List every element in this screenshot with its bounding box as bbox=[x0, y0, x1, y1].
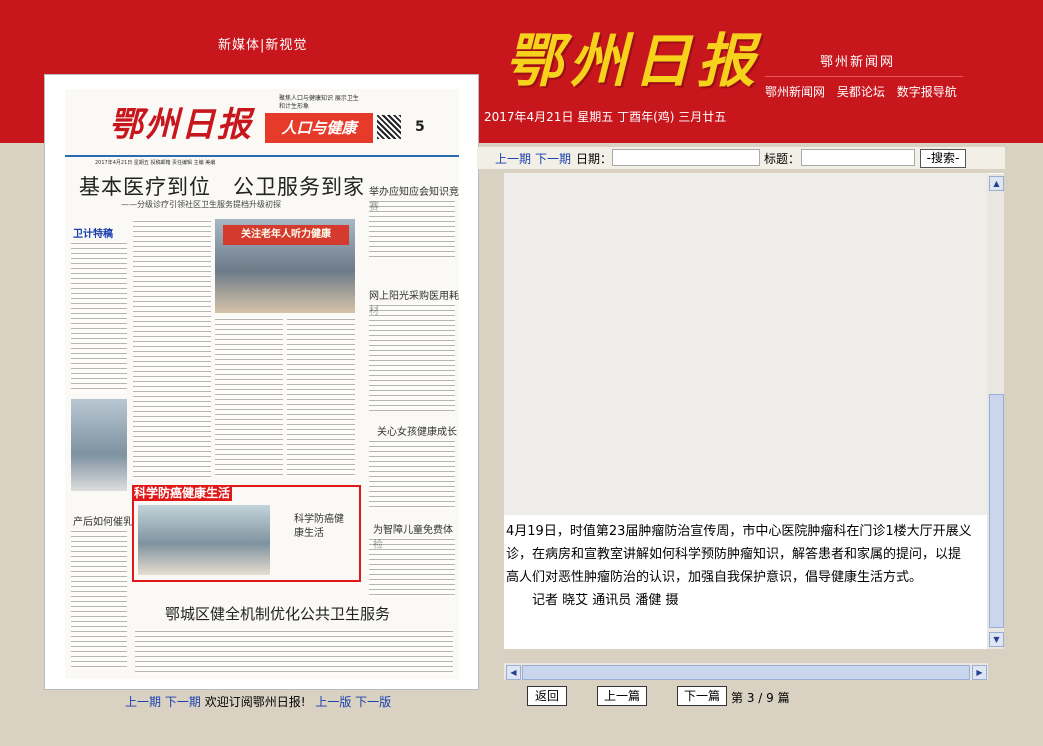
prev-article-button[interactable]: 上一篇 bbox=[597, 686, 647, 706]
date-input[interactable] bbox=[612, 149, 760, 166]
link-wudu-forum[interactable]: 吴都论坛 bbox=[837, 85, 885, 99]
title-label: 标题： bbox=[764, 152, 801, 166]
back-button[interactable]: 返回 bbox=[527, 686, 567, 706]
section-note: 聚焦人口与健康知识 展示卫生和计生形象 bbox=[279, 95, 359, 110]
next-page-link[interactable]: 下一版 bbox=[355, 695, 391, 709]
page-nav: 上一期 下一期 欢迎订阅鄂州日报! 上一版 下一版 bbox=[125, 693, 391, 710]
page-subheadline: ——分级诊疗引领社区卫生服务提档升级初探 bbox=[121, 200, 281, 209]
article-line: 记者 晓艾 通讯员 潘健 摄 bbox=[506, 593, 679, 608]
scroll-right-icon[interactable]: ▶ bbox=[972, 665, 987, 680]
highlighted-article[interactable]: 科学防癌健康生活 科学防癌健康生活 bbox=[132, 485, 361, 582]
news-photo[interactable]: 关注老年人听力健康 bbox=[215, 219, 355, 313]
newspaper-page-image[interactable]: 鄂州日报 聚焦人口与健康知识 展示卫生和计生形象 人口与健康 5 2017年4月… bbox=[65, 89, 459, 679]
text-block bbox=[133, 219, 211, 479]
column-tag: 卫计特稿 bbox=[73, 229, 113, 240]
horizontal-scroll-thumb[interactable] bbox=[522, 665, 970, 680]
next-article-button[interactable]: 下一篇 bbox=[677, 686, 727, 706]
header-links: 鄂州新闻网 吴都论坛 数字报导航 bbox=[765, 83, 965, 100]
news-photo-small[interactable] bbox=[71, 399, 127, 491]
article-panel: 4月19日，时值第23届肿瘤防治宣传周，市中心医院肿瘤科在门诊1楼大厅开展义 诊… bbox=[504, 173, 1004, 649]
article-line: 高人们对恶性肿瘤防治的认识，加强自我保护意识，倡导健康生活方式。 bbox=[506, 570, 923, 585]
text-block bbox=[369, 537, 455, 597]
text-block bbox=[369, 199, 455, 259]
highlighted-article-title: 科学防癌健康生活 bbox=[132, 485, 233, 501]
search-button[interactable]: -搜索- bbox=[920, 149, 966, 168]
link-digital-nav[interactable]: 数字报导航 bbox=[897, 85, 957, 99]
article-image-area bbox=[504, 173, 988, 515]
left-head[interactable]: 产后如何催乳 bbox=[73, 513, 133, 528]
prev-page-link[interactable]: 上一版 bbox=[315, 695, 351, 709]
title-input[interactable] bbox=[801, 149, 915, 166]
site-name[interactable]: 鄂州新闻网 bbox=[820, 51, 895, 70]
vertical-scroll-thumb[interactable] bbox=[989, 394, 1004, 628]
article-text: 4月19日，时值第23届肿瘤防治宣传周，市中心医院肿瘤科在门诊1楼大厅开展义 诊… bbox=[506, 520, 990, 612]
newspaper-page-panel: 鄂州日报 聚焦人口与健康知识 展示卫生和计生形象 人口与健康 5 2017年4月… bbox=[44, 74, 479, 690]
page-headline[interactable]: 基本医疗到位 公卫服务到家 bbox=[79, 171, 365, 201]
page-rule bbox=[65, 155, 459, 157]
text-block bbox=[71, 241, 127, 393]
scroll-down-icon[interactable]: ▼ bbox=[989, 632, 1004, 647]
header-divider bbox=[765, 76, 963, 77]
qr-code-icon bbox=[377, 115, 401, 139]
prev-issue-link[interactable]: 上一期 bbox=[125, 695, 161, 709]
article-line: 诊，在病房和宣教室讲解如何科学预防肿瘤知识，解答患者和家属的提问，以提 bbox=[506, 547, 962, 562]
side-head-3[interactable]: 关心女孩健康成长 bbox=[377, 423, 457, 438]
text-block bbox=[287, 317, 355, 477]
link-ezhou-news[interactable]: 鄂州新闻网 bbox=[765, 85, 825, 99]
welcome-text: 欢迎订阅鄂州日报! bbox=[204, 695, 306, 709]
newspaper-masthead: 鄂州日报 bbox=[505, 27, 762, 95]
text-block bbox=[369, 439, 455, 509]
highlighted-article-photo bbox=[138, 505, 270, 575]
next-issue-link[interactable]: 下一期 bbox=[165, 695, 201, 709]
page-number: 5 bbox=[415, 119, 425, 135]
text-block bbox=[369, 303, 455, 411]
scroll-left-icon[interactable]: ◀ bbox=[506, 665, 521, 680]
photo-banner: 关注老年人听力健康 bbox=[223, 225, 349, 245]
text-block bbox=[135, 629, 453, 675]
page-meta: 2017年4月21日 星期五 投稿邮箱 责任编辑 主编 美编 bbox=[95, 160, 216, 166]
text-block bbox=[215, 317, 283, 477]
article-position: 第 3 / 9 篇 bbox=[731, 691, 790, 705]
date-label: 日期： bbox=[576, 152, 613, 166]
search-prev-issue[interactable]: 上一期 bbox=[495, 150, 531, 167]
highlighted-article-sub: 科学防癌健康生活 bbox=[294, 514, 344, 539]
date-line: 2017年4月21日 星期五 丁酉年(鸡) 三月廿五 bbox=[484, 110, 727, 124]
vertical-scrollbar[interactable]: ▲ ▼ bbox=[987, 174, 1004, 649]
text-block bbox=[71, 529, 127, 669]
search-next-issue[interactable]: 下一期 bbox=[535, 150, 571, 167]
article-line: 4月19日，时值第23届肿瘤防治宣传周，市中心医院肿瘤科在门诊1楼大厅开展义 bbox=[506, 524, 972, 539]
new-media-label: 新媒体|新视觉 bbox=[218, 38, 308, 53]
section-banner: 人口与健康 bbox=[265, 113, 373, 143]
bottom-headline[interactable]: 鄂城区健全机制优化公共卫生服务 bbox=[165, 603, 390, 624]
scroll-up-icon[interactable]: ▲ bbox=[989, 176, 1004, 191]
horizontal-scrollbar[interactable]: ◀ ▶ bbox=[504, 663, 988, 680]
page-masthead: 鄂州日报 bbox=[109, 105, 253, 145]
